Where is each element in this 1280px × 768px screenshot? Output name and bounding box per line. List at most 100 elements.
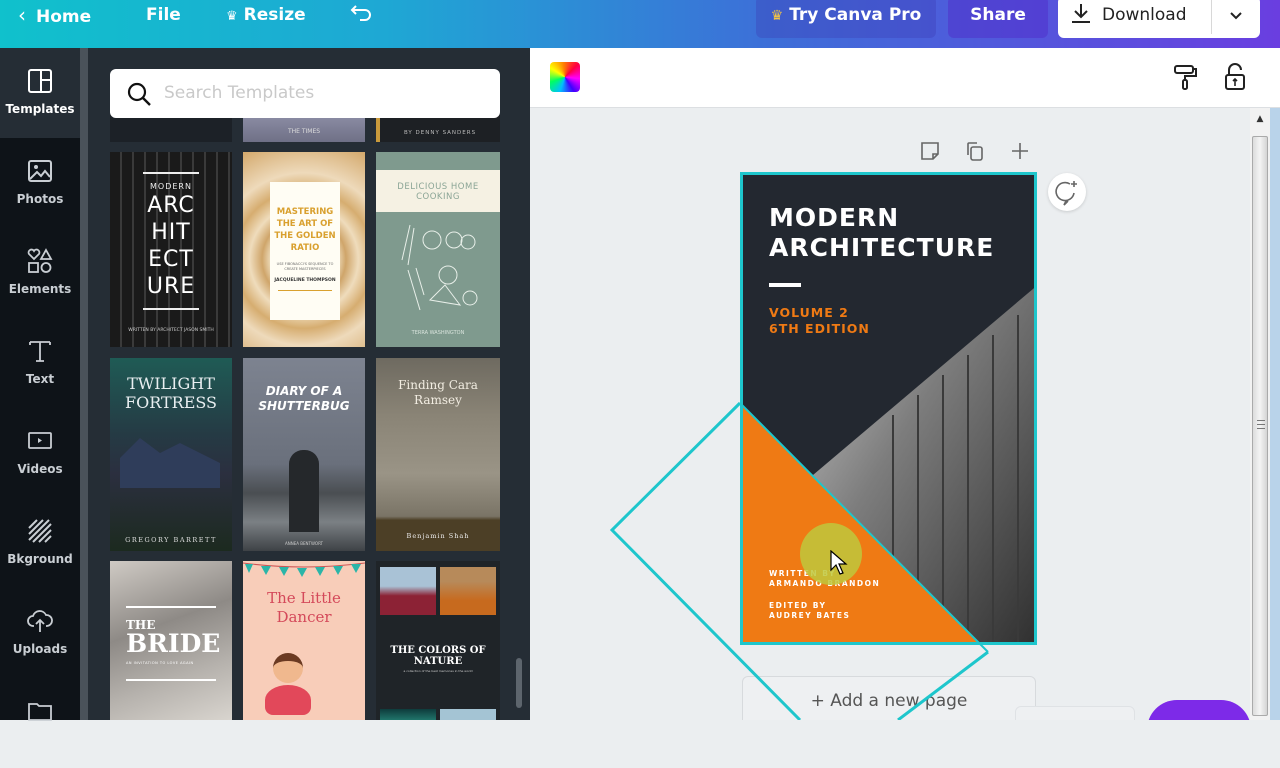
- template-the-bride[interactable]: THE BRIDE AN INVITATION TO LOVE AGAIN: [110, 561, 232, 720]
- template-author: GREGORY BARRETT: [125, 536, 217, 544]
- divider: [143, 308, 199, 310]
- volume-text: VOLUME 2: [769, 305, 849, 320]
- canvas-scrollbar[interactable]: ▲: [1250, 108, 1270, 720]
- share-button[interactable]: Share: [948, 0, 1048, 38]
- download-label: Download: [1102, 5, 1187, 25]
- rail-label: Bkground: [7, 552, 73, 566]
- template-subtitle: AN INVITATION TO LOVE AGAIN: [126, 661, 194, 665]
- person-silhouette: [289, 450, 319, 532]
- crown-icon: ♛: [770, 8, 784, 24]
- dancer-dress: [265, 685, 311, 715]
- notes-icon[interactable]: [919, 140, 941, 162]
- dancer-illustration: [273, 653, 303, 683]
- templates-icon: [28, 69, 52, 93]
- rail-label: Elements: [8, 282, 72, 296]
- divider: [126, 606, 216, 608]
- divider: [278, 290, 332, 291]
- add-new-page-button[interactable]: + Add a new page: [742, 676, 1036, 720]
- rail-item-uploads[interactable]: Uploads: [0, 588, 80, 678]
- templates-panel: THE TIMES BY DENNY SANDERS MODERN ARC HI…: [88, 48, 530, 720]
- rail-item-folders[interactable]: [0, 678, 80, 768]
- cover-title[interactable]: MODERN ARCHITECTURE: [769, 203, 994, 263]
- grip-icon: [1257, 420, 1265, 429]
- rail-label: Text: [25, 372, 55, 386]
- resize-button[interactable]: ♛ Resize: [226, 0, 306, 30]
- photos-icon: [28, 160, 52, 182]
- search-bar: [110, 69, 500, 118]
- template-finding-cara[interactable]: Finding Cara Ramsey Benjamin Shah: [376, 358, 500, 551]
- scrollbar-thumb[interactable]: [1252, 136, 1268, 716]
- template-thumbnail[interactable]: BY DENNY SANDERS: [376, 114, 500, 142]
- undo-button[interactable]: [350, 0, 374, 30]
- crown-icon: ♛: [226, 9, 238, 24]
- rail-item-text[interactable]: Text: [0, 318, 80, 408]
- rail-item-videos[interactable]: Videos: [0, 408, 80, 498]
- text-icon: [29, 341, 51, 362]
- template-title: MASTERING THE ART OF THE GOLDEN RATIO: [274, 207, 336, 253]
- comment-add-icon: [1055, 181, 1077, 206]
- scroll-up-button[interactable]: ▲: [1250, 108, 1270, 128]
- template-thumbnail[interactable]: THE TIMES: [243, 114, 365, 142]
- template-title-small: MODERN: [150, 182, 192, 191]
- template-title: Finding Cara Ramsey: [398, 378, 478, 407]
- help-fab-button[interactable]: [1147, 700, 1250, 720]
- rail-divider: [80, 48, 88, 720]
- file-menu-button[interactable]: File: [146, 0, 181, 30]
- template-colors-of-nature[interactable]: THE COLORS OF NATURE a collection of the…: [376, 561, 500, 720]
- videos-icon: [28, 432, 52, 449]
- try-canva-pro-button[interactable]: ♛ Try Canva Pro: [756, 0, 936, 38]
- template-home-cooking[interactable]: DELICIOUS HOME COOKING TERRA WASHINGTON: [376, 152, 500, 347]
- rail-item-background[interactable]: Bkground: [0, 498, 80, 588]
- uploads-icon: [27, 610, 53, 632]
- help-widget[interactable]: [1015, 706, 1135, 720]
- template-sub: THE TIMES: [287, 128, 321, 135]
- template-photo: [440, 567, 496, 615]
- color-picker-button[interactable]: [550, 62, 580, 92]
- side-rail: Templates Photos Elements Text Videos Bk…: [0, 48, 80, 721]
- template-author: WRITTEN BY ARCHITECT JASON SMITH: [128, 328, 214, 333]
- try-pro-label: Try Canva Pro: [789, 5, 922, 25]
- rail-item-photos[interactable]: Photos: [0, 138, 80, 228]
- rail-item-templates[interactable]: Templates: [0, 48, 80, 138]
- search-icon: [127, 82, 151, 106]
- template-twilight-fortress[interactable]: TWILIGHT FORTRESS GREGORY BARRETT: [110, 358, 232, 551]
- download-button[interactable]: Download: [1058, 0, 1210, 38]
- template-shutterbug[interactable]: DIARY OF A SHUTTERBUG ANNEA BENTWORT: [243, 358, 365, 551]
- template-thumbnail[interactable]: [110, 114, 232, 142]
- rail-item-elements[interactable]: Elements: [0, 228, 80, 318]
- search-templates-input[interactable]: [164, 77, 484, 109]
- book-cover-design[interactable]: MODERN ARCHITECTURE VOLUME 2 6TH EDITION…: [740, 172, 1037, 645]
- add-comment-button[interactable]: [1048, 173, 1086, 211]
- unlock-icon[interactable]: [1220, 62, 1250, 92]
- rail-label: Templates: [5, 102, 75, 116]
- template-little-dancer[interactable]: The Little Dancer: [243, 561, 365, 720]
- template-author: TERRA WASHINGTON: [411, 330, 465, 336]
- template-modern-architecture[interactable]: MODERN ARC HIT ECT URE WRITTEN BY ARCHIT…: [110, 152, 232, 347]
- template-golden-ratio[interactable]: MASTERING THE ART OF THE GOLDEN RATIO US…: [243, 152, 365, 347]
- template-title: TWILIGHT FORTRESS: [124, 374, 218, 412]
- template-card: MASTERING THE ART OF THE GOLDEN RATIO US…: [270, 182, 340, 320]
- template-subtitle: USE FIBONACCI'S SEQUENCE TO CREATE MASTE…: [276, 262, 334, 271]
- add-page-icon[interactable]: [1009, 140, 1031, 162]
- download-options-button[interactable]: [1212, 0, 1260, 38]
- divider: [126, 679, 216, 681]
- window-edge: [1270, 108, 1280, 720]
- template-author: Benjamin Shah: [406, 532, 470, 540]
- paint-roller-icon[interactable]: [1170, 62, 1200, 92]
- folder-icon: [28, 703, 52, 721]
- divider: [143, 172, 199, 174]
- template-title: ARC HIT ECT URE: [146, 193, 196, 299]
- edition-text: 6TH EDITION: [769, 321, 870, 336]
- template-photo: [440, 709, 496, 720]
- edited-by-label: EDITED BY: [769, 601, 827, 610]
- duplicate-page-icon[interactable]: [964, 140, 986, 162]
- rail-label: Videos: [17, 462, 63, 476]
- panel-scrollbar[interactable]: [516, 658, 522, 708]
- home-button[interactable]: ‹ Home: [18, 0, 91, 30]
- background-icon: [28, 519, 52, 543]
- cover-volume[interactable]: VOLUME 2 6TH EDITION: [769, 305, 870, 337]
- chevron-left-icon: ‹: [18, 3, 26, 27]
- download-button-group: Download: [1058, 0, 1260, 38]
- template-author: JACQUELINE THOMPSON: [274, 278, 336, 283]
- chevron-down-icon: [1230, 12, 1242, 20]
